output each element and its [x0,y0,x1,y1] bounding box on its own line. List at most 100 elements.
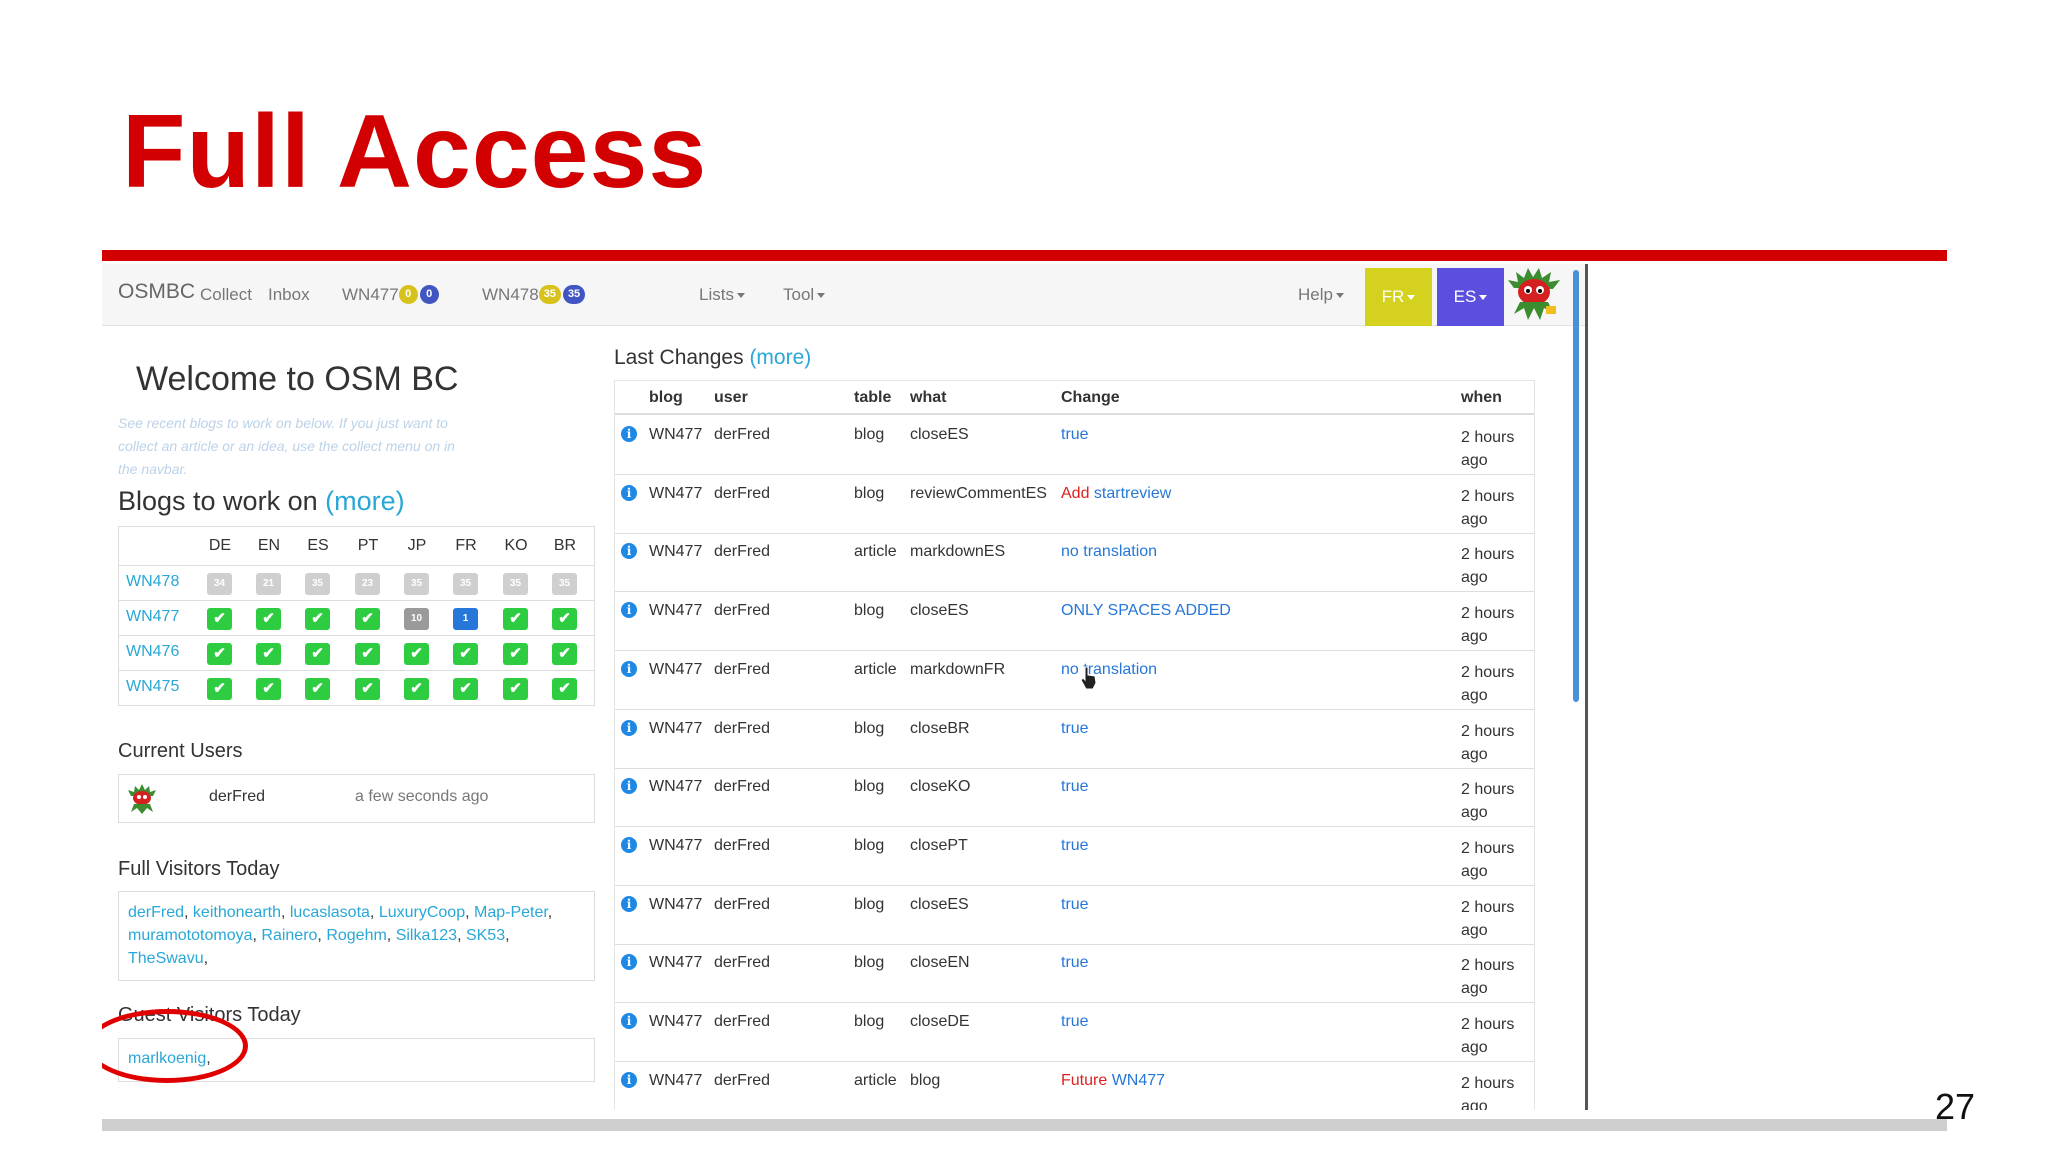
brand-link[interactable]: OSMBC [118,264,195,323]
blog-lang-status[interactable]: 35 [305,573,330,595]
blog-lang-status[interactable]: ✔ [404,643,429,665]
blog-lang-status[interactable]: 35 [404,573,429,595]
lang-es-button[interactable]: ES [1437,268,1504,326]
blog-lang-status[interactable]: ✔ [404,678,429,700]
cell-change[interactable]: true [1061,954,1089,972]
cell-user[interactable]: derFred [714,543,770,561]
blog-lang-status[interactable]: ✔ [305,608,330,630]
cell-user[interactable]: derFred [714,661,770,679]
nav-wn478[interactable]: WN478 35 35 [482,264,586,326]
info-icon[interactable]: i [621,778,637,795]
blog-link[interactable]: WN476 [126,643,179,661]
cell-change[interactable]: Add startreview [1061,485,1171,503]
cell-change[interactable]: true [1061,837,1089,855]
info-icon[interactable]: i [621,543,637,560]
blog-lang-status[interactable]: 23 [355,573,380,595]
last-changes-more-link[interactable]: (more) [749,346,811,369]
nav-lists-dropdown[interactable]: Lists [699,264,745,326]
info-icon[interactable]: i [621,602,637,619]
cell-change[interactable]: true [1061,896,1089,914]
cell-user[interactable]: derFred [714,720,770,738]
blog-lang-status[interactable]: ✔ [256,643,281,665]
visitor-link[interactable]: LuxuryCoop [379,904,465,921]
blog-lang-status[interactable]: ✔ [552,608,577,630]
cell-blog[interactable]: WN477 [649,720,702,738]
user-avatar-icon[interactable] [1506,266,1562,322]
cell-blog[interactable]: WN477 [649,896,702,914]
blog-lang-status[interactable]: ✔ [207,608,232,630]
info-icon[interactable]: i [621,426,637,442]
info-icon[interactable]: i [621,895,637,912]
blog-lang-status[interactable]: ✔ [503,678,528,700]
cell-blog[interactable]: WN477 [649,426,702,444]
blog-lang-status[interactable]: ✔ [355,678,380,700]
cell-user[interactable]: derFred [714,837,770,855]
info-icon[interactable]: i [621,1013,637,1029]
visitor-link[interactable]: derFred [128,904,184,921]
cell-blog[interactable]: WN477 [649,837,702,855]
blog-lang-status[interactable]: 1 [453,608,478,630]
info-icon[interactable]: i [621,954,637,971]
cell-change[interactable]: no translation [1061,661,1157,679]
info-icon[interactable]: i [621,836,637,853]
blog-lang-status[interactable]: 35 [453,573,478,595]
blog-lang-status[interactable]: 21 [256,573,281,595]
cell-blog[interactable]: WN477 [649,1013,702,1031]
current-user-name[interactable]: derFred [209,788,265,806]
visitor-link[interactable]: Silka123 [396,927,457,944]
visitor-link[interactable]: Map-Peter [474,904,548,921]
visitor-link[interactable]: Rainero [261,927,317,944]
visitor-link[interactable]: TheSwavu [128,950,204,967]
info-icon[interactable]: i [621,660,637,677]
blog-lang-status[interactable]: ✔ [256,608,281,630]
cell-blog[interactable]: WN477 [649,543,702,561]
blog-link[interactable]: WN478 [126,573,179,591]
blog-lang-status[interactable]: 34 [207,573,232,595]
blog-lang-status[interactable]: ✔ [256,678,281,700]
blog-lang-status[interactable]: ✔ [207,643,232,665]
blog-lang-status[interactable]: 35 [503,573,528,595]
col-header-user[interactable]: user [714,389,748,407]
cell-blog[interactable]: WN477 [649,778,702,796]
cell-change[interactable]: true [1061,1013,1089,1031]
visitor-link[interactable]: lucaslasota [290,904,370,921]
cell-user[interactable]: derFred [714,954,770,972]
cell-user[interactable]: derFred [714,1072,770,1090]
blog-lang-status[interactable]: ✔ [355,608,380,630]
cell-change[interactable]: true [1061,778,1089,796]
blog-lang-status[interactable]: ✔ [503,643,528,665]
blog-lang-status[interactable]: ✔ [305,643,330,665]
cell-blog[interactable]: WN477 [649,1072,702,1090]
cell-change[interactable]: true [1061,720,1089,738]
visitor-link[interactable]: SK53 [466,927,505,944]
cell-user[interactable]: derFred [714,426,770,444]
blog-lang-status[interactable]: ✔ [552,678,577,700]
blog-lang-status[interactable]: ✔ [453,678,478,700]
blog-lang-status[interactable]: 10 [404,608,429,630]
cell-change[interactable]: ONLY SPACES ADDED [1061,602,1231,620]
blogs-more-link[interactable]: (more) [325,486,405,516]
info-icon[interactable]: i [621,484,637,501]
col-header-blog[interactable]: blog [649,389,683,407]
info-icon[interactable]: i [621,1071,637,1088]
visitor-link[interactable]: keithonearth [193,904,281,921]
cell-change[interactable]: true [1061,426,1089,444]
blog-link[interactable]: WN477 [126,608,179,626]
cell-blog[interactable]: WN477 [649,485,702,503]
cell-user[interactable]: derFred [714,485,770,503]
cell-change[interactable]: no translation [1061,543,1157,561]
cell-blog[interactable]: WN477 [649,954,702,972]
cell-change[interactable]: Future WN477 [1061,1072,1165,1090]
col-header-when[interactable]: when [1461,389,1502,407]
col-header-table[interactable]: table [854,389,891,407]
blog-lang-status[interactable]: ✔ [355,643,380,665]
cell-blog[interactable]: WN477 [649,602,702,620]
nav-help-dropdown[interactable]: Help [1298,264,1344,326]
nav-tool-dropdown[interactable]: Tool [783,264,826,326]
scrollbar[interactable] [1573,270,1579,702]
blog-lang-status[interactable]: ✔ [552,643,577,665]
col-header-what[interactable]: what [910,389,946,407]
blog-link[interactable]: WN475 [126,678,179,696]
blog-lang-status[interactable]: ✔ [207,678,232,700]
blog-lang-status[interactable]: ✔ [503,608,528,630]
